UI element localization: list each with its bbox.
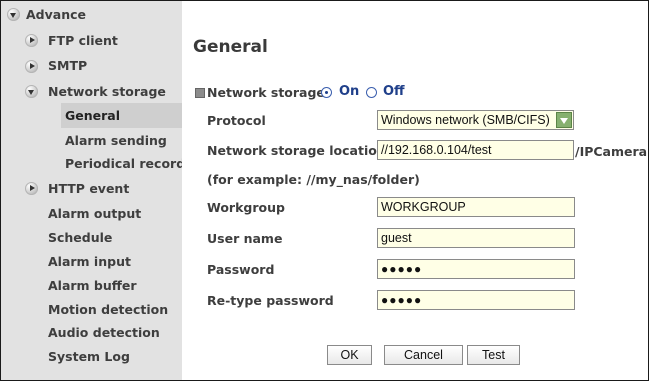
chevron-right-icon[interactable] — [25, 182, 38, 195]
main-panel: General Network storage On Off Protocol … — [182, 1, 648, 380]
radio-off[interactable] — [366, 87, 377, 98]
protocol-label: Protocol — [207, 113, 266, 128]
chevron-right-icon[interactable] — [25, 34, 38, 47]
protocol-select[interactable]: Windows network (SMB/CIFS) — [377, 110, 574, 130]
chevron-down-icon[interactable] — [7, 8, 20, 21]
password-input[interactable]: ●●●●● — [377, 259, 575, 279]
location-suffix: /IPCamera — [575, 144, 648, 159]
protocol-select-value: Windows network (SMB/CIFS) — [381, 113, 550, 127]
chevron-down-icon[interactable] — [556, 112, 572, 128]
sidebar-item-alarm-sending[interactable]: Alarm sending — [65, 133, 167, 149]
location-input[interactable]: //192.168.0.104/test — [377, 140, 574, 160]
sidebar-item-ftp-client[interactable]: FTP client — [48, 33, 118, 49]
retype-password-label: Re-type password — [207, 293, 334, 308]
sidebar-item-network-storage[interactable]: Network storage — [48, 84, 166, 100]
sidebar-item-advance[interactable]: Advance — [26, 7, 86, 23]
sidebar-item-audio-detection[interactable]: Audio detection — [48, 325, 160, 341]
sidebar-item-smtp[interactable]: SMTP — [48, 58, 87, 74]
ok-button[interactable]: OK — [327, 345, 372, 365]
sidebar-item-motion-detection[interactable]: Motion detection — [48, 302, 168, 318]
sidebar-item-alarm-input[interactable]: Alarm input — [48, 254, 131, 270]
sidebar-item-system-log[interactable]: System Log — [48, 349, 130, 365]
cancel-button[interactable]: Cancel — [384, 345, 463, 365]
sidebar-item-schedule[interactable]: Schedule — [48, 230, 112, 246]
sidebar-item-alarm-output[interactable]: Alarm output — [48, 206, 141, 222]
radio-on[interactable] — [321, 87, 332, 98]
chevron-down-icon[interactable] — [25, 85, 38, 98]
square-bullet-icon — [195, 88, 205, 98]
sidebar-item-alarm-buffer[interactable]: Alarm buffer — [48, 278, 137, 294]
test-button[interactable]: Test — [467, 345, 520, 365]
retype-password-input[interactable]: ●●●●● — [377, 290, 575, 310]
location-label: Network storage location — [207, 143, 386, 158]
chevron-right-icon[interactable] — [25, 60, 38, 73]
workgroup-label: Workgroup — [207, 200, 285, 215]
username-label: User name — [207, 231, 283, 246]
sidebar-item-periodical-recording[interactable]: Periodical recordi — [65, 156, 182, 172]
username-input[interactable]: guest — [377, 228, 575, 248]
radio-on-label[interactable]: On — [339, 84, 359, 99]
sidebar-item-general[interactable]: General — [65, 108, 120, 124]
network-storage-label: Network storage — [207, 85, 325, 100]
window-frame: Advance FTP client SMTP Network storage … — [0, 0, 649, 381]
workgroup-input[interactable]: WORKGROUP — [377, 197, 575, 217]
example-hint: (for example: //my_nas/folder) — [207, 172, 420, 187]
page-title: General — [193, 37, 268, 57]
radio-off-label[interactable]: Off — [383, 84, 405, 99]
sidebar: Advance FTP client SMTP Network storage … — [1, 1, 182, 380]
password-label: Password — [207, 262, 275, 277]
sidebar-item-http-event[interactable]: HTTP event — [48, 181, 129, 197]
